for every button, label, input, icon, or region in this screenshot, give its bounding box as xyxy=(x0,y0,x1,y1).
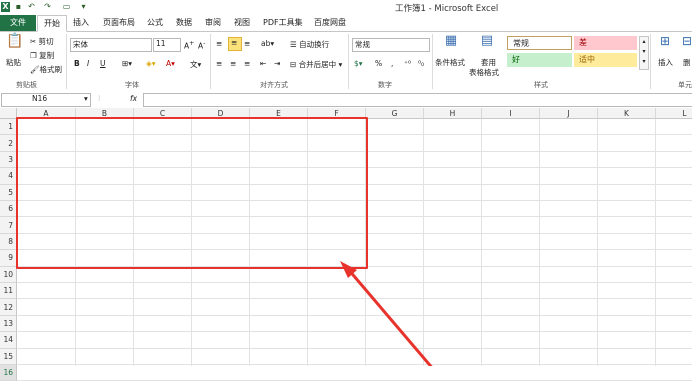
annotation-arrow xyxy=(340,261,433,366)
row-header[interactable]: 16 xyxy=(0,365,17,381)
arrow-shaft xyxy=(346,268,433,366)
